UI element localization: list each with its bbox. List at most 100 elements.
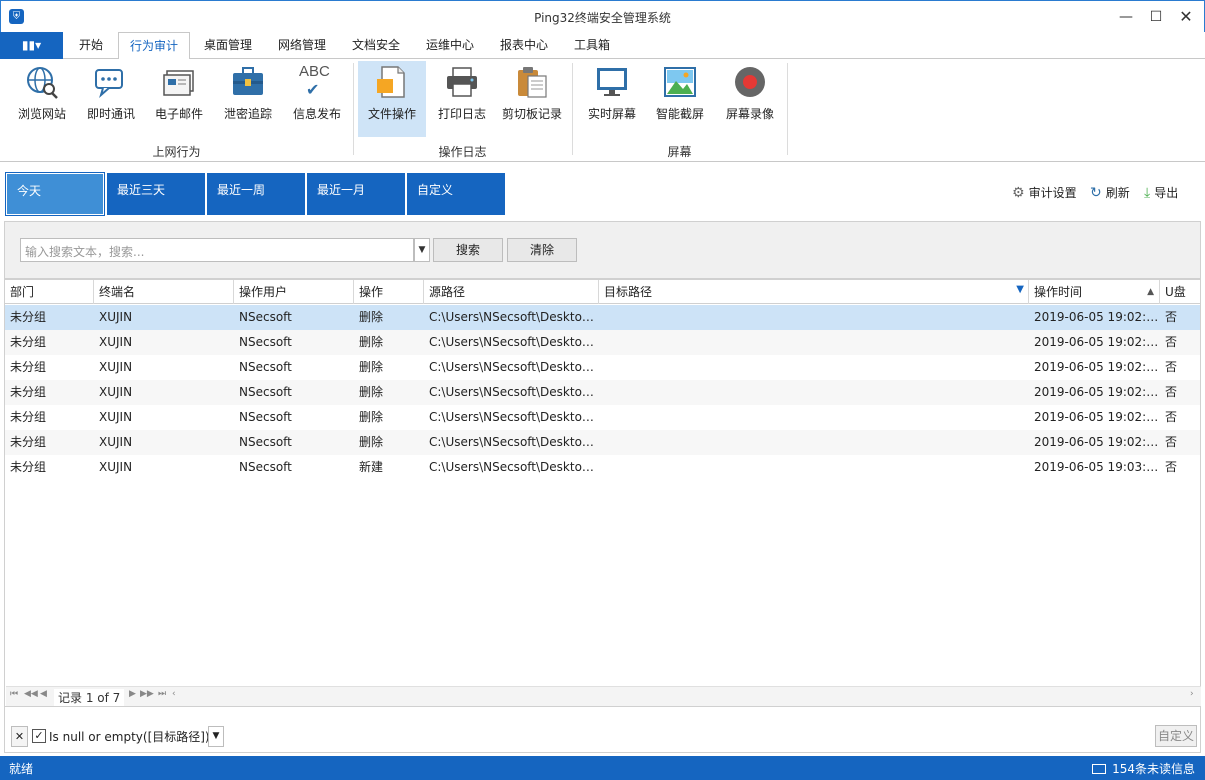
col-usb[interactable]: U盘 [1160, 280, 1200, 304]
filter-month-button[interactable]: 最近一月 [307, 173, 405, 215]
audit-settings-button[interactable]: ⚙ 审计设置 [1012, 184, 1077, 201]
col-target-path[interactable]: 目标路径 ▼ [599, 280, 1029, 304]
filter-expression[interactable]: Is null or empty([目标路径]) [49, 728, 210, 745]
filter-today-button[interactable]: 今天 [5, 172, 105, 216]
cell-department: 未分组 [10, 435, 47, 449]
cell-target-path [599, 430, 1029, 455]
print-log-button[interactable]: 打印日志 [428, 61, 496, 137]
cell-target-path [599, 330, 1029, 355]
screen-recording-button[interactable]: 屏幕录像 [716, 61, 784, 137]
tab-document-security[interactable]: 文档安全 [342, 32, 410, 59]
instant-messaging-button[interactable]: 即时通讯 [77, 61, 145, 137]
table-row[interactable]: 未分组 XUJIN NSecsoft 删除 C:\Users\NSecsoft\Desk… [5, 430, 1200, 455]
close-button[interactable]: ✕ [1171, 5, 1201, 29]
cell-operation-time: 2019-06-05 19:02:18 [1034, 310, 1160, 324]
leak-tracking-button[interactable]: 泄密追踪 [214, 61, 282, 137]
prev-page-set-icon[interactable]: ◀◀ [24, 689, 38, 699]
col-operation[interactable]: 操作 [354, 280, 424, 304]
col-operation-time-label: 操作时间 [1034, 285, 1083, 299]
filter-funnel-icon[interactable]: ▼ [1016, 280, 1024, 302]
cell-department: 未分组 [10, 310, 47, 324]
cell-usb: 否 [1165, 460, 1178, 474]
table-row[interactable]: 未分组 XUJIN NSecsoft 删除 C:\Users\NSecsoft\Desk… [5, 330, 1200, 355]
mail-icon [163, 70, 194, 96]
window-title: Ping32终端安全管理系统 [534, 11, 671, 25]
table-row[interactable]: 未分组 XUJIN NSecsoft 删除 C:\Users\NSecsoft\Desk… [5, 380, 1200, 405]
tab-start[interactable]: 开始 [68, 32, 114, 59]
cell-terminal: XUJIN [99, 460, 133, 474]
tab-ops-center[interactable]: 运维中心 [416, 32, 484, 59]
col-terminal[interactable]: 终端名 [94, 280, 234, 304]
cell-source-path: C:\Users\NSecsoft\Desktop... [429, 385, 599, 399]
leak-tracking-label: 泄密追踪 [223, 107, 272, 121]
download-icon: ⤓ [1144, 184, 1151, 201]
ribbon-separator [353, 63, 354, 155]
tab-report-center[interactable]: 报表中心 [490, 32, 558, 59]
cell-terminal: XUJIN [99, 310, 133, 324]
filter-enabled-checkbox[interactable]: ✓ [32, 729, 46, 743]
clipboard-log-button[interactable]: 剪切板记录 [498, 61, 566, 137]
pager-record-text: 记录 1 of 7 [54, 689, 125, 706]
table-row[interactable]: 未分组 XUJIN NSecsoft 删除 C:\Users\NSecsoft\Desk… [5, 355, 1200, 380]
next-page-set-icon[interactable]: ▶▶ [140, 689, 154, 699]
col-source-path[interactable]: 源路径 [424, 280, 599, 304]
tab-desktop-management[interactable]: 桌面管理 [194, 32, 262, 59]
chevron-down-icon: ▼ [418, 245, 426, 255]
picture-icon [664, 67, 696, 97]
email-button[interactable]: 电子邮件 [145, 61, 213, 137]
abc-check-icon: ABC ✔ [299, 63, 330, 99]
table-row[interactable]: 未分组 XUJIN NSecsoft 删除 C:\Users\NSecsoft\Desk… [5, 305, 1200, 330]
prev-page-icon[interactable]: ◀ [40, 689, 47, 699]
search-button[interactable]: 搜索 [433, 238, 503, 262]
scroll-right-icon[interactable]: › [1190, 689, 1194, 699]
ribbon-panel: 浏览网站 即时通讯 电子邮件 泄密追踪 ABC ✔ 信息发布 文件操作 打印日志… [0, 59, 1205, 162]
col-operation-time[interactable]: 操作时间 ▲ [1029, 280, 1160, 304]
cell-user: NSecsoft [239, 410, 292, 424]
cell-source-path: C:\Users\NSecsoft\Desktop... [429, 335, 599, 349]
next-page-icon[interactable]: ▶ [129, 689, 136, 699]
smart-screenshot-button[interactable]: 智能截屏 [646, 61, 714, 137]
live-screen-button[interactable]: 实时屏幕 [578, 61, 646, 137]
app-menu-icon: ▮▮▾ [21, 38, 42, 52]
browse-websites-button[interactable]: 浏览网站 [8, 61, 76, 137]
first-page-icon[interactable]: ⏮ [10, 689, 18, 699]
chat-bubbles-icon [95, 69, 123, 98]
records-grid: 部门 终端名 操作用户 操作 源路径 目标路径 ▼ 操作时间 ▲ U盘 未分组 X… [4, 279, 1201, 707]
record-icon [735, 67, 765, 97]
table-row[interactable]: 未分组 XUJIN NSecsoft 新建 C:\Users\NSecsoft\Desk… [5, 455, 1200, 480]
cell-target-path [599, 405, 1029, 430]
cell-operation: 删除 [359, 385, 384, 399]
cell-source-path: C:\Users\NSecsoft\Desktop... [429, 360, 599, 374]
export-button[interactable]: ⤓ 导出 [1144, 184, 1178, 201]
cell-operation-time: 2019-06-05 19:02:56 [1034, 410, 1160, 424]
tab-network-management[interactable]: 网络管理 [268, 32, 336, 59]
tab-behavior-audit[interactable]: 行为审计 [118, 32, 190, 60]
filter-custom-button[interactable]: 自定义 [1155, 725, 1197, 747]
filter-custom-button[interactable]: 自定义 [407, 173, 505, 215]
cell-user: NSecsoft [239, 385, 292, 399]
file-operations-button[interactable]: 文件操作 [358, 61, 426, 137]
app-menu-button[interactable]: ▮▮▾ [0, 32, 63, 59]
filter-dropdown-button[interactable]: ▼ [208, 726, 224, 747]
filter-3days-button[interactable]: 最近三天 [107, 173, 205, 215]
search-dropdown-button[interactable]: ▼ [414, 238, 430, 262]
maximize-button[interactable]: ☐ [1141, 5, 1171, 29]
grid-header: 部门 终端名 操作用户 操作 源路径 目标路径 ▼ 操作时间 ▲ U盘 [5, 280, 1200, 304]
col-user[interactable]: 操作用户 [234, 280, 354, 304]
refresh-button[interactable]: ↻ 刷新 [1090, 184, 1130, 201]
export-label: 导出 [1154, 186, 1179, 200]
search-input[interactable]: 输入搜索文本，搜索... [20, 238, 414, 262]
cell-user: NSecsoft [239, 360, 292, 374]
minimize-button[interactable]: — [1111, 5, 1141, 29]
col-department[interactable]: 部门 [5, 280, 94, 304]
last-page-icon[interactable]: ⏭ [158, 689, 166, 699]
clear-filter-button[interactable]: ✕ [11, 726, 28, 747]
scroll-left-icon[interactable]: ‹ [172, 689, 176, 699]
unread-messages[interactable]: 154条未读信息 [1092, 760, 1195, 777]
table-row[interactable]: 未分组 XUJIN NSecsoft 删除 C:\Users\NSecsoft\Desk… [5, 405, 1200, 430]
info-publish-button[interactable]: ABC ✔ 信息发布 [283, 61, 351, 137]
tab-toolbox[interactable]: 工具箱 [564, 32, 620, 59]
filter-week-button[interactable]: 最近一周 [207, 173, 305, 215]
cell-operation-time: 2019-06-05 19:02:56 [1034, 335, 1160, 349]
clear-button[interactable]: 清除 [507, 238, 577, 262]
